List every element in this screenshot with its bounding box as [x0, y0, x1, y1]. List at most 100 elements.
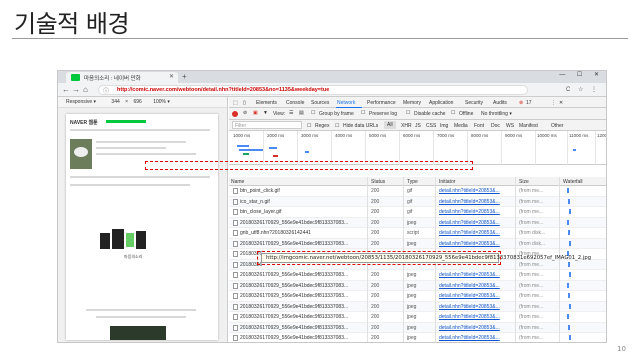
request-name-text: gnb_utf8.nhn?20180326142441: [240, 230, 311, 236]
request-initiator-link[interactable]: detail.nhn?titleId=20853&...: [439, 188, 509, 194]
filter-all[interactable]: All: [384, 121, 396, 129]
request-initiator-link[interactable]: detail.nhn?titleId=20853&...: [439, 335, 509, 341]
request-initiator-link[interactable]: detail.nhn?titleId=20853&...: [439, 209, 509, 215]
large-rows-icon[interactable]: ☰: [289, 110, 293, 116]
table-row[interactable]: 20180326170929_556e9e41bdec9f813337083..…: [229, 322, 606, 333]
tab-inspect-icon[interactable]: ⬚: [233, 100, 238, 106]
tab-security[interactable]: Security: [465, 100, 483, 106]
table-row[interactable]: btn_point_click.gif 200 gif detail.nhn?titl…: [229, 186, 606, 197]
tab-device-icon[interactable]: ▯: [243, 100, 246, 106]
tab-console[interactable]: Console: [286, 100, 304, 106]
tab-sources[interactable]: Sources: [311, 100, 329, 106]
regex-checkbox[interactable]: ☐: [307, 123, 311, 129]
filter-js[interactable]: JS: [415, 123, 421, 129]
filter-icon[interactable]: ▼: [263, 110, 268, 116]
request-name: ico_star_n.gif: [231, 198, 357, 205]
device-toolbar: Responsive ▾ 344 × 696 100% ▾: [58, 97, 227, 108]
disable-cache-label: Disable cache: [414, 111, 446, 117]
disable-cache-checkbox[interactable]: ☐: [406, 110, 410, 116]
request-initiator-link[interactable]: detail.nhn?titleId=20853&...: [439, 241, 509, 247]
column-type[interactable]: Type: [407, 179, 418, 185]
info-icon[interactable]: ⓘ: [103, 86, 109, 95]
filter-css[interactable]: CSS: [426, 123, 436, 129]
preserve-log-checkbox[interactable]: ☐: [361, 110, 365, 116]
table-row[interactable]: 20180326170929_556e9e41bdec9f813337083..…: [229, 312, 606, 323]
tab-memory[interactable]: Memory: [403, 100, 421, 106]
zoom-select[interactable]: 100% ▾: [153, 99, 170, 105]
tab-close-icon[interactable]: ✕: [169, 73, 174, 80]
home-icon[interactable]: ⌂: [83, 85, 88, 94]
window-controls[interactable]: — ☐ ✕: [559, 71, 604, 78]
error-icon[interactable]: ⊗: [519, 100, 523, 106]
hide-data-urls-checkbox[interactable]: ☐: [335, 123, 339, 129]
back-icon[interactable]: ←: [62, 85, 70, 94]
table-row[interactable]: 20180326170929_556e9e41bdec9f813337083..…: [229, 217, 606, 228]
timeline-bar: [273, 155, 278, 157]
tab-elements[interactable]: Elements: [256, 100, 277, 106]
record-icon[interactable]: [232, 111, 238, 117]
capture-screenshots-icon[interactable]: ▣: [253, 110, 258, 116]
request-initiator-link[interactable]: detail.nhn?titleId=20853&...: [439, 314, 509, 320]
request-initiator-link[interactable]: detail.nhn?titleId=20853&...: [439, 199, 509, 205]
request-name-text: 20180326170929_556e9e41bdec9f813337083..…: [240, 282, 349, 289]
group-by-frame-checkbox[interactable]: ☐: [311, 110, 315, 116]
toolbar-action-icons[interactable]: C ☆ ⋮: [566, 86, 600, 93]
request-initiator-link[interactable]: detail.nhn?titleId=20853&...: [439, 304, 509, 310]
site-logo[interactable]: NAVER 웹툰: [70, 119, 98, 126]
request-initiator-link[interactable]: detail.nhn?titleId=20853&...: [439, 272, 509, 278]
request-initiator-link[interactable]: detail.nhn?titleId=20853&...: [439, 325, 509, 331]
column-status[interactable]: Status: [371, 179, 385, 185]
tab-application[interactable]: Application: [429, 100, 453, 106]
table-row[interactable]: btn_close_layer.gif 200 gif detail.nhn?titl…: [229, 207, 606, 218]
overview-icon[interactable]: ▤: [299, 110, 304, 116]
throttling-select[interactable]: No throttling ▾: [481, 111, 512, 117]
request-initiator-link[interactable]: detail.nhn?titleId=20853&...: [439, 220, 509, 226]
clear-icon[interactable]: ⊘: [243, 110, 247, 116]
devtools-close-icon[interactable]: ✕: [559, 100, 563, 106]
group-by-frame-label: Group by frame: [319, 111, 354, 117]
filter-ws[interactable]: WS: [506, 123, 514, 129]
tab-audits[interactable]: Audits: [493, 100, 507, 106]
webtoon-thumbnail[interactable]: [70, 139, 92, 169]
column-waterfall[interactable]: Waterfall: [563, 179, 583, 185]
author-line: [96, 147, 166, 149]
table-row[interactable]: 20180326170929_556e9e41bdec9f813337083..…: [229, 333, 606, 342]
settings-icon[interactable]: ⋮: [551, 100, 556, 106]
address-bar[interactable]: ⓘ http://comic.naver.com/webtoon/detail.…: [98, 85, 528, 95]
tab-performance[interactable]: Performance: [367, 100, 396, 106]
filter-manifest[interactable]: Manifest: [519, 123, 538, 129]
device-select[interactable]: Responsive ▾: [66, 99, 96, 105]
request-initiator-link[interactable]: detail.nhn?titleId=20853&...: [439, 230, 509, 236]
table-row[interactable]: 20180326170929_556e9e41bdec9f813337083..…: [229, 291, 606, 302]
network-overview-timeline[interactable]: 1000 ms 2000 ms 3000 ms 4000 ms 5000 ms …: [229, 131, 606, 165]
table-row[interactable]: 20180326170929_556e9e41bdec9f813337083..…: [229, 238, 606, 249]
viewport-height[interactable]: 696: [133, 99, 141, 105]
table-row[interactable]: ico_star_n.gif 200 gif detail.nhn?titleId=2…: [229, 196, 606, 207]
browser-tab[interactable]: 마음의소리 : 네이버 만화 ✕: [66, 72, 178, 83]
forward-icon[interactable]: →: [72, 85, 80, 94]
column-size[interactable]: Size: [519, 179, 529, 185]
table-row[interactable]: 20180326170929_556e9e41bdec9f813337083..…: [229, 270, 606, 281]
search-box[interactable]: [106, 120, 146, 123]
filter-font[interactable]: Font: [474, 123, 484, 129]
filter-xhr[interactable]: XHR: [401, 123, 412, 129]
table-row[interactable]: 20180326170929_556e9e41bdec9f813337083..…: [229, 280, 606, 291]
offline-checkbox[interactable]: ☐: [451, 110, 455, 116]
viewport-width[interactable]: 344: [111, 99, 119, 105]
filter-media[interactable]: Media: [454, 123, 468, 129]
filter-input[interactable]: Filter: [232, 121, 302, 129]
tab-network[interactable]: Network: [337, 100, 355, 106]
filter-other[interactable]: Other: [551, 123, 564, 129]
column-initiator[interactable]: Initiator: [439, 179, 455, 185]
filter-img[interactable]: Img: [440, 123, 448, 129]
new-tab-button[interactable]: +: [182, 72, 187, 81]
table-row[interactable]: gnb_utf8.nhn?20180326142441 200 script deta…: [229, 228, 606, 239]
request-initiator-link[interactable]: detail.nhn?titleId=20853&...: [439, 283, 509, 289]
request-size: (from me...: [519, 272, 544, 278]
filter-doc[interactable]: Doc: [491, 123, 500, 129]
request-type: jpeg: [407, 303, 417, 310]
waterfall-bar: [567, 219, 569, 225]
column-name[interactable]: Name: [231, 179, 244, 185]
request-initiator-link[interactable]: detail.nhn?titleId=20853&...: [439, 293, 509, 299]
table-row[interactable]: 20180326170929_556e9e41bdec9f813337083..…: [229, 301, 606, 312]
